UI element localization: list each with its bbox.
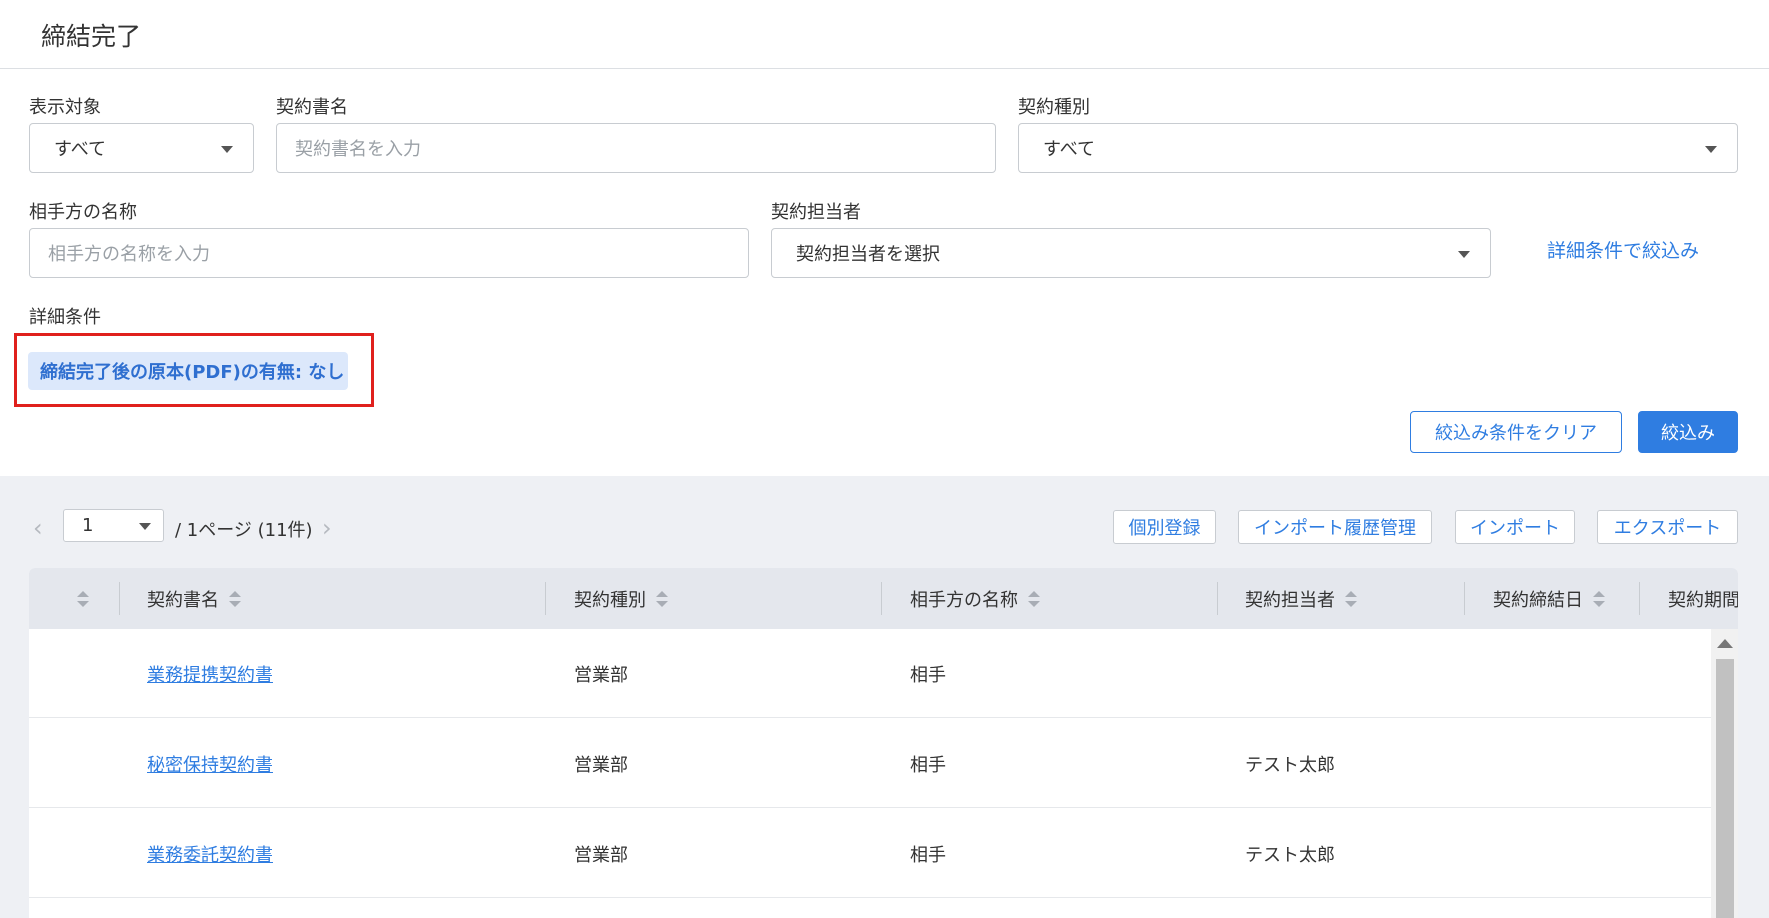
- advanced-condition-chip[interactable]: 締結完了後の原本(PDF)の有無: なし: [28, 352, 348, 390]
- column-header-contract-period[interactable]: 契約期間: [1668, 568, 1738, 629]
- owner-select[interactable]: 契約担当者を選択: [771, 228, 1491, 278]
- sort-icon: [1028, 589, 1040, 609]
- counterparty-cell: 相手: [910, 845, 946, 866]
- counterparty-input[interactable]: 相手方の名称を入力: [29, 228, 749, 278]
- sort-icon: [77, 589, 89, 609]
- select-all-sort[interactable]: [67, 568, 89, 629]
- import-button[interactable]: インポート: [1455, 510, 1575, 544]
- page-title: 締結完了: [41, 22, 142, 51]
- sort-icon: [656, 589, 668, 609]
- chevron-down-icon: [139, 523, 151, 530]
- contract-type-cell: 営業部: [574, 755, 628, 776]
- column-divider: [881, 582, 882, 615]
- column-header-signed-date[interactable]: 契約締結日: [1493, 568, 1605, 629]
- column-header-owner[interactable]: 契約担当者: [1245, 568, 1357, 629]
- sort-icon: [229, 589, 241, 609]
- contract-name-link[interactable]: 業務委託契約書: [147, 841, 273, 867]
- list-panel: ‹ 1 / 1ページ (11件) › 個別登録 インポート履歴管理 インポート …: [0, 476, 1769, 918]
- counterparty-cell: 相手: [910, 755, 946, 776]
- column-header-contract-type[interactable]: 契約種別: [574, 568, 668, 629]
- column-header-label: 契約種別: [574, 589, 646, 611]
- scroll-up-icon[interactable]: [1717, 639, 1733, 648]
- chevron-right-icon[interactable]: ›: [322, 514, 332, 542]
- contract-type-label: 契約種別: [1018, 97, 1090, 118]
- column-header-counterparty[interactable]: 相手方の名称: [910, 568, 1040, 629]
- column-header-contract-name[interactable]: 契約書名: [147, 568, 241, 629]
- scroll-thumb[interactable]: [1716, 659, 1734, 918]
- individual-register-button[interactable]: 個別登録: [1113, 510, 1216, 544]
- contract-name-link[interactable]: 業務提携契約書: [147, 661, 273, 687]
- column-header-label: 契約期間: [1668, 589, 1738, 611]
- contract-type-cell: 営業部: [574, 845, 628, 866]
- sort-icon: [1345, 589, 1357, 609]
- counterparty-cell: 相手: [910, 665, 946, 686]
- counterparty-label: 相手方の名称: [29, 202, 137, 223]
- table-scrollbar[interactable]: [1711, 629, 1738, 918]
- table-row: 秘密保持契約書 営業部 相手 テスト太郎: [29, 719, 1711, 808]
- page-header: 締結完了: [0, 0, 1769, 69]
- advanced-filter-link[interactable]: 詳細条件で絞込み: [1547, 236, 1699, 263]
- apply-filter-button[interactable]: 絞込み: [1638, 411, 1738, 453]
- contract-name-label: 契約書名: [276, 97, 348, 118]
- chevron-down-icon: [1705, 146, 1717, 153]
- contract-type-value: すべて: [1043, 139, 1096, 160]
- owner-cell: テスト太郎: [1245, 845, 1335, 866]
- contract-type-cell: 営業部: [574, 665, 628, 686]
- column-divider: [1464, 582, 1465, 615]
- column-header-label: 契約書名: [147, 589, 219, 611]
- owner-label: 契約担当者: [771, 202, 861, 223]
- chevron-left-icon[interactable]: ‹: [33, 514, 43, 542]
- page-select[interactable]: 1: [63, 509, 164, 542]
- chevron-down-icon: [1458, 251, 1470, 258]
- contract-type-select[interactable]: すべて: [1018, 123, 1738, 173]
- column-divider: [119, 582, 120, 615]
- display-target-select[interactable]: すべて: [29, 123, 254, 173]
- table-row: 業務委託契約書 営業部 相手 テスト太郎: [29, 809, 1711, 898]
- display-target-label: 表示対象: [29, 97, 101, 118]
- sort-icon: [1593, 589, 1605, 609]
- table-header: 契約書名 契約種別 相手方の名称 契約担当者 契約締結日 契約期間: [29, 568, 1738, 629]
- clear-filter-button[interactable]: 絞込み条件をクリア: [1410, 411, 1622, 453]
- page-info: / 1ページ (11件): [175, 520, 313, 541]
- page-select-value: 1: [82, 515, 94, 536]
- counterparty-placeholder: 相手方の名称を入力: [48, 244, 210, 265]
- column-header-label: 相手方の名称: [910, 589, 1018, 611]
- contract-name-placeholder: 契約書名を入力: [295, 139, 421, 160]
- column-divider: [1639, 582, 1640, 615]
- column-header-label: 契約担当者: [1245, 589, 1335, 611]
- export-button[interactable]: エクスポート: [1597, 510, 1738, 544]
- advanced-conditions-label: 詳細条件: [29, 307, 101, 328]
- column-divider: [545, 582, 546, 615]
- import-history-button[interactable]: インポート履歴管理: [1238, 510, 1432, 544]
- display-target-value: すべて: [54, 139, 107, 160]
- contract-name-link[interactable]: 秘密保持契約書: [147, 751, 273, 777]
- owner-cell: テスト太郎: [1245, 755, 1335, 776]
- chevron-down-icon: [221, 146, 233, 153]
- table-row: 業務提携契約書 営業部 相手: [29, 629, 1711, 718]
- owner-value: 契約担当者を選択: [796, 244, 940, 265]
- column-header-label: 契約締結日: [1493, 589, 1583, 611]
- contracts-table: 契約書名 契約種別 相手方の名称 契約担当者 契約締結日 契約期間 業務提携契約…: [29, 568, 1738, 918]
- column-divider: [1217, 582, 1218, 615]
- contract-name-input[interactable]: 契約書名を入力: [276, 123, 996, 173]
